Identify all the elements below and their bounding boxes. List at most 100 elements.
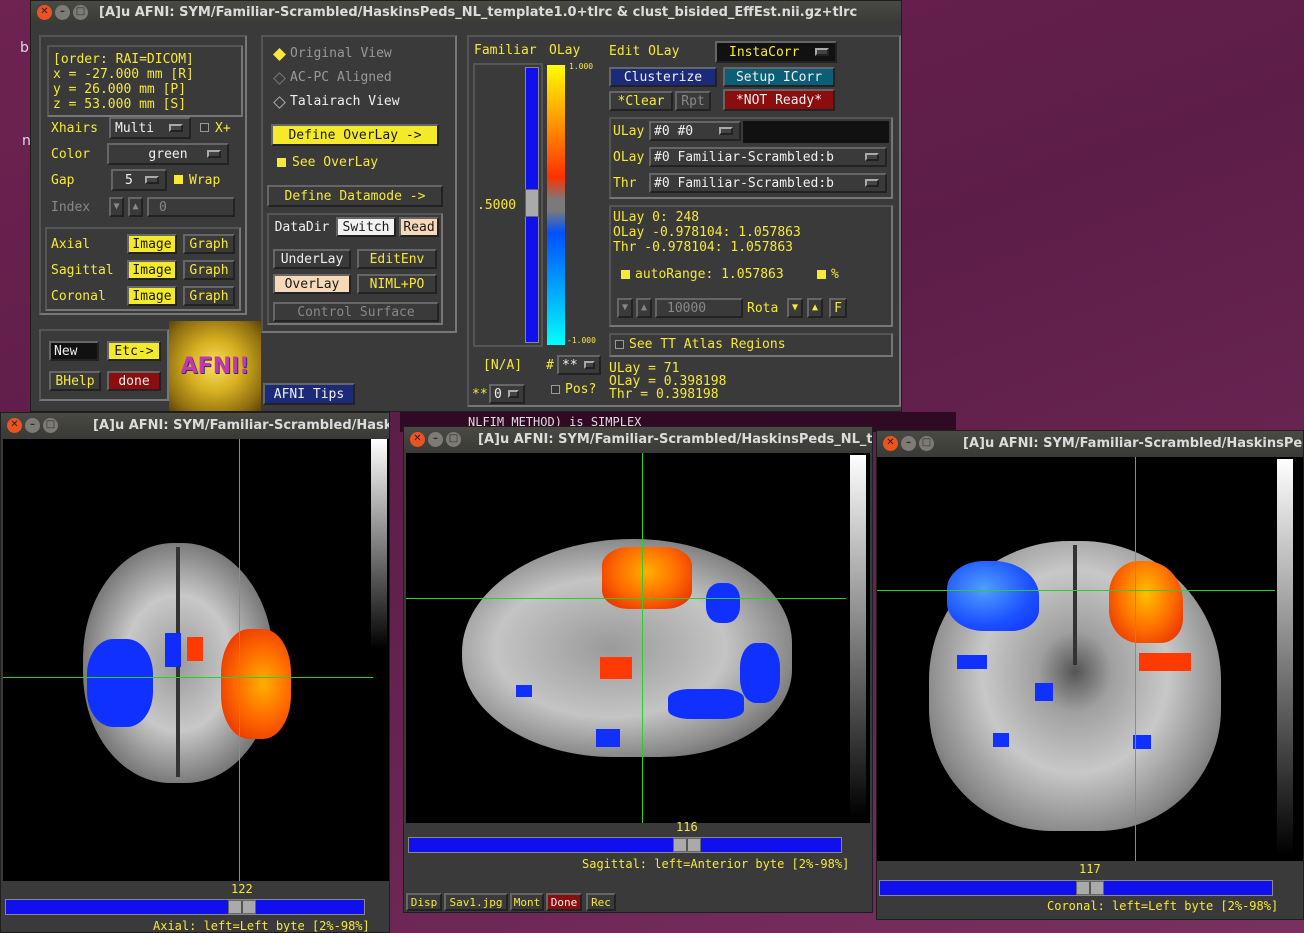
stars-menu[interactable]: 0	[489, 384, 525, 404]
wrap-checkbox[interactable]	[174, 175, 183, 184]
pos-checkbox[interactable]	[551, 385, 560, 394]
color-menu[interactable]: green	[107, 143, 229, 165]
threshold-slider-thumb[interactable]	[525, 189, 539, 217]
afni-logo-icon[interactable]: AFNI!	[169, 321, 261, 411]
thr-menu[interactable]: #0 Familiar-Scrambled:b	[649, 173, 887, 193]
sagittal-slider-thumb[interactable]	[673, 838, 701, 852]
crosshair-horizontal	[877, 590, 1275, 591]
coronal-graph-button[interactable]: Graph	[183, 286, 235, 306]
sagittal-graph-button[interactable]: Graph	[183, 260, 235, 280]
coord-y[interactable]: y = 26.000 mm [P]	[53, 83, 186, 96]
range-up-arrow-icon[interactable]: ▲	[636, 298, 652, 318]
sagittal-view[interactable]	[406, 453, 870, 823]
axial-graph-button[interactable]: Graph	[183, 234, 235, 254]
niml-button[interactable]: NIML+PO	[357, 274, 437, 294]
see-overlay-checkbox[interactable]	[277, 158, 286, 167]
sagittal-slice-slider[interactable]	[408, 837, 842, 853]
rota-value: 10000	[667, 300, 707, 316]
rota-up-arrow-icon[interactable]: ▲	[807, 298, 823, 318]
acpc-label[interactable]: AC-PC Aligned	[290, 71, 392, 84]
ulay-menu[interactable]: #0 #0	[649, 121, 741, 141]
see-overlay-label: See OverLay	[292, 155, 379, 170]
define-overlay-button[interactable]: Define OverLay ->	[271, 124, 439, 146]
clear-button[interactable]: *Clear	[609, 91, 673, 111]
gap-menu[interactable]: 5	[111, 169, 167, 191]
intensity-bar[interactable]	[371, 439, 387, 649]
underlay-button[interactable]: UnderLay	[273, 249, 351, 269]
coronal-image-button[interactable]: Image	[127, 286, 177, 306]
index-down-arrow-icon[interactable]: ▼	[109, 197, 124, 217]
maximize-icon[interactable]: □	[73, 4, 88, 20]
index-field[interactable]: 0	[147, 197, 235, 217]
rota-down-arrow-icon[interactable]: ▼	[787, 298, 803, 318]
coord-z[interactable]: z = 53.000 mm [S]	[53, 98, 186, 111]
done-button[interactable]: done	[107, 371, 161, 391]
mont-button[interactable]: Mont	[510, 893, 544, 911]
control-surface-button[interactable]: Control Surface	[273, 302, 439, 322]
intensity-bar[interactable]	[850, 455, 866, 817]
maximize-icon[interactable]: □	[919, 435, 934, 451]
sagittal-image-button[interactable]: Image	[127, 260, 177, 280]
na-label: [N/A]	[483, 358, 523, 373]
orange-cluster	[1109, 561, 1183, 643]
axial-image-button[interactable]: Image	[127, 234, 177, 254]
range-down-arrow-icon[interactable]: ▼	[617, 298, 633, 318]
talairach-label[interactable]: Talairach View	[290, 95, 400, 108]
minimize-icon[interactable]: –	[428, 431, 443, 447]
maximize-icon[interactable]: □	[43, 417, 58, 433]
minimize-icon[interactable]: –	[25, 417, 40, 433]
maximize-icon[interactable]: □	[446, 431, 461, 447]
minimize-icon[interactable]: –	[55, 4, 70, 20]
axial-slice-slider[interactable]	[5, 899, 365, 915]
clusterize-button[interactable]: Clusterize	[609, 67, 717, 87]
datadir-button[interactable]: DataDir	[269, 217, 335, 237]
axial-label: Axial	[51, 237, 91, 252]
read-button[interactable]: Read	[399, 217, 439, 237]
setup-icorr-button[interactable]: Setup ICorr	[723, 67, 835, 87]
see-tt-checkbox[interactable]	[615, 340, 624, 349]
close-icon[interactable]: ✕	[410, 431, 425, 447]
rec-button[interactable]: Rec	[586, 893, 616, 911]
close-icon[interactable]: ✕	[883, 435, 898, 451]
disp-button[interactable]: Disp	[406, 893, 442, 911]
percent-checkbox[interactable]	[817, 270, 826, 279]
define-datamode-button[interactable]: Define Datamode ->	[267, 185, 443, 207]
save-button[interactable]: Sav1.jpg	[444, 893, 508, 911]
autorange-checkbox[interactable]	[621, 270, 630, 279]
done-button[interactable]: Done	[546, 893, 582, 911]
xplus-checkbox[interactable]	[200, 123, 209, 132]
original-view-label[interactable]: Original View	[290, 47, 392, 60]
axial-view[interactable]	[3, 439, 389, 881]
olay-menu[interactable]: #0 Familiar-Scrambled:b	[649, 147, 887, 167]
close-icon[interactable]: ✕	[37, 4, 52, 20]
rota-label: Rota	[747, 301, 779, 316]
info-thr: Thr -0.978104: 1.057863	[613, 240, 794, 255]
minimize-icon[interactable]: –	[901, 435, 916, 451]
instacorr-menu[interactable]: InstaCorr	[715, 41, 837, 63]
etc-button[interactable]: Etc->	[107, 341, 161, 361]
bhelp-button[interactable]: BHelp	[49, 371, 101, 391]
xhairs-menu[interactable]: Multi	[109, 117, 191, 139]
coronal-slice-slider[interactable]	[879, 880, 1273, 896]
coronal-view[interactable]	[877, 457, 1303, 861]
scale-top: 1.000	[569, 62, 594, 71]
f-button[interactable]: F	[829, 298, 847, 318]
editenv-button[interactable]: EditEnv	[357, 249, 437, 269]
rota-field[interactable]: 10000	[655, 298, 743, 318]
color-bar[interactable]	[547, 65, 565, 345]
index-up-arrow-icon[interactable]: ▲	[128, 197, 143, 217]
switch-button[interactable]: Switch	[336, 217, 396, 237]
coronal-label: Coronal	[51, 289, 106, 304]
overlay-button[interactable]: OverLay	[273, 274, 351, 294]
olay-value: #0 Familiar-Scrambled:b	[654, 149, 835, 165]
coronal-slider-thumb[interactable]	[1076, 881, 1104, 895]
new-button[interactable]: New	[49, 341, 99, 361]
axial-slider-thumb[interactable]	[228, 900, 256, 914]
rpt-button[interactable]: Rpt	[675, 91, 711, 111]
edit-olay-label[interactable]: Edit OLay	[609, 45, 679, 58]
intensity-bar[interactable]	[1277, 459, 1293, 855]
afni-tips-button[interactable]: AFNI Tips	[263, 383, 355, 405]
hash-menu[interactable]: **	[557, 355, 601, 375]
coord-x[interactable]: x = -27.000 mm [R]	[53, 68, 194, 81]
close-icon[interactable]: ✕	[7, 417, 22, 433]
